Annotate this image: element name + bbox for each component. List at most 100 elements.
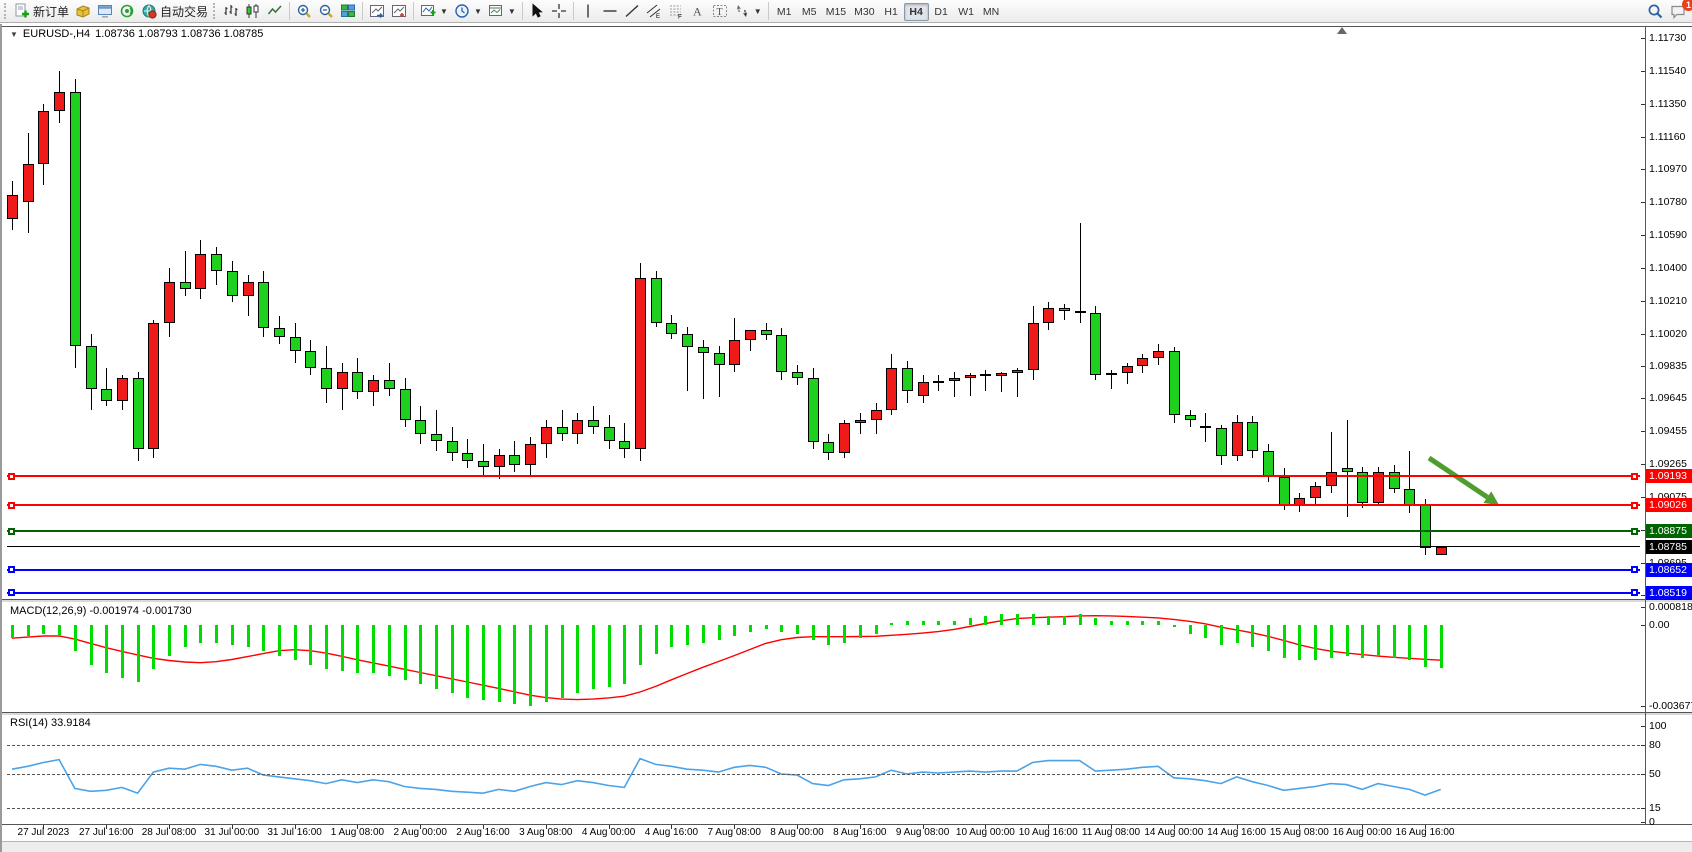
new-order-button[interactable]: 新订单 — [11, 1, 72, 21]
candle-body — [996, 373, 1007, 376]
line-handle[interactable] — [1631, 589, 1638, 596]
horizontal-line-object[interactable] — [7, 569, 1640, 571]
candle-body — [965, 375, 976, 378]
toolbar-grip — [213, 3, 218, 19]
macd-histogram-bar — [121, 625, 124, 678]
panel-splitter[interactable] — [2, 713, 1692, 715]
templates-button[interactable]: ▼ — [485, 1, 519, 21]
text-label-button[interactable]: T — [709, 1, 731, 21]
candle-body — [148, 323, 159, 449]
candle-body — [415, 420, 426, 434]
timeframe-button-m1[interactable]: M1 — [772, 3, 797, 21]
timeframe-button-m15[interactable]: M15 — [822, 3, 850, 21]
auto-scroll-button[interactable] — [366, 1, 388, 21]
tile-windows-button[interactable] — [337, 1, 359, 21]
dropdown-arrow-icon: ▼ — [440, 7, 448, 16]
horizontal-line-object[interactable] — [7, 530, 1640, 532]
bar-chart-button[interactable] — [220, 1, 242, 21]
toolbar-separator — [573, 2, 574, 20]
macd-histogram-bar — [702, 625, 705, 643]
fibonacci-button[interactable]: F — [665, 1, 687, 21]
line-handle[interactable] — [8, 502, 15, 509]
vertical-line-button[interactable] — [577, 1, 599, 21]
zoom-out-button[interactable] — [315, 1, 337, 21]
line-handle[interactable] — [8, 589, 15, 596]
macd-histogram-bar — [513, 625, 516, 704]
macd-histogram-bar — [1079, 614, 1082, 625]
date-label: 16 Aug 16:00 — [1396, 827, 1455, 838]
macd-histogram-bar — [388, 625, 391, 676]
candle-body — [541, 427, 552, 444]
charts-button[interactable] — [72, 1, 94, 21]
line-handle[interactable] — [1631, 502, 1638, 509]
macd-histogram-bar — [859, 625, 862, 638]
macd-histogram-bar — [90, 625, 93, 665]
ohlc-values: 1.08736 1.08793 1.08736 1.08785 — [95, 28, 263, 40]
crosshair-button[interactable] — [548, 1, 570, 21]
line-handle[interactable] — [1631, 566, 1638, 573]
price-tick-mark — [1641, 497, 1645, 498]
timeframe-button-h1[interactable]: H1 — [879, 3, 904, 21]
candle-body — [1043, 308, 1054, 324]
timeframe-group: M1M5M15M30H1H4D1W1MN — [772, 2, 1004, 21]
horizontal-line-object[interactable] — [7, 546, 1640, 547]
timeframe-button-w1[interactable]: W1 — [954, 3, 979, 21]
panel-splitter[interactable] — [2, 600, 1692, 602]
trend-arrow-annotation[interactable] — [1429, 458, 1499, 505]
symbol-period-label: EURUSD-,H4 — [23, 28, 90, 40]
notifications-button[interactable]: 1 — [1667, 1, 1690, 21]
candle-body — [557, 427, 568, 434]
price-tick-mark — [1641, 268, 1645, 269]
signals-button[interactable] — [116, 1, 138, 21]
horizontal-line-button[interactable] — [599, 1, 621, 21]
candle-body — [478, 461, 489, 466]
candle-body — [1028, 323, 1039, 370]
price-tick-mark — [1641, 464, 1645, 465]
text-button[interactable]: A — [687, 1, 709, 21]
timeframe-button-m5[interactable]: M5 — [797, 3, 822, 21]
candle-body — [1247, 422, 1258, 451]
trendline-button[interactable] — [621, 1, 643, 21]
main-panel-top-border — [2, 26, 1692, 27]
candle-body — [1106, 373, 1117, 375]
horizontal-line-object[interactable] — [7, 504, 1640, 506]
timeframe-button-h4[interactable]: H4 — [904, 3, 929, 21]
macd-histogram-bar — [372, 625, 375, 673]
autotrading-button[interactable]: 自动交易 — [138, 1, 211, 21]
candle-body — [23, 164, 34, 202]
date-label: 31 Jul 00:00 — [205, 827, 260, 838]
text-icon: A — [690, 3, 706, 19]
line-chart-button[interactable] — [264, 1, 286, 21]
candle-wick — [483, 444, 484, 475]
equidistant-channel-button[interactable]: E — [643, 1, 665, 21]
terminal-button[interactable] — [94, 1, 116, 21]
horizontal-line-object[interactable] — [7, 475, 1640, 477]
search-button[interactable] — [1644, 1, 1667, 21]
horizontal-line-object[interactable] — [7, 592, 1640, 594]
candlestick-chart-button[interactable] — [242, 1, 264, 21]
arrows-button[interactable]: ▼ — [731, 1, 765, 21]
candle-body — [400, 389, 411, 420]
chart-window[interactable]: ▼ EURUSD-,H4 1.08736 1.08793 1.08736 1.0… — [0, 24, 1692, 852]
price-line-label: 1.09193 — [1646, 469, 1692, 483]
line-handle[interactable] — [1631, 528, 1638, 535]
arrows-icon — [734, 3, 750, 19]
indicators-button[interactable]: ▼ — [417, 1, 451, 21]
line-handle[interactable] — [1631, 473, 1638, 480]
timeframe-button-d1[interactable]: D1 — [929, 3, 954, 21]
chart-shift-button[interactable] — [388, 1, 410, 21]
date-label: 28 Jul 08:00 — [142, 827, 197, 838]
trendline-icon — [624, 3, 640, 19]
line-handle[interactable] — [8, 566, 15, 573]
zoom-in-button[interactable] — [293, 1, 315, 21]
timeframe-button-m30[interactable]: M30 — [850, 3, 878, 21]
collapse-arrow-icon[interactable]: ▼ — [10, 30, 18, 39]
candle-body — [1153, 351, 1164, 358]
price-tick-label: 1.11350 — [1649, 98, 1686, 110]
periods-button[interactable]: ▼ — [451, 1, 485, 21]
line-handle[interactable] — [8, 473, 15, 480]
chart-shift-marker-icon[interactable] — [1337, 27, 1347, 34]
cursor-button[interactable] — [526, 1, 548, 21]
timeframe-button-mn[interactable]: MN — [979, 3, 1004, 21]
line-handle[interactable] — [8, 528, 15, 535]
